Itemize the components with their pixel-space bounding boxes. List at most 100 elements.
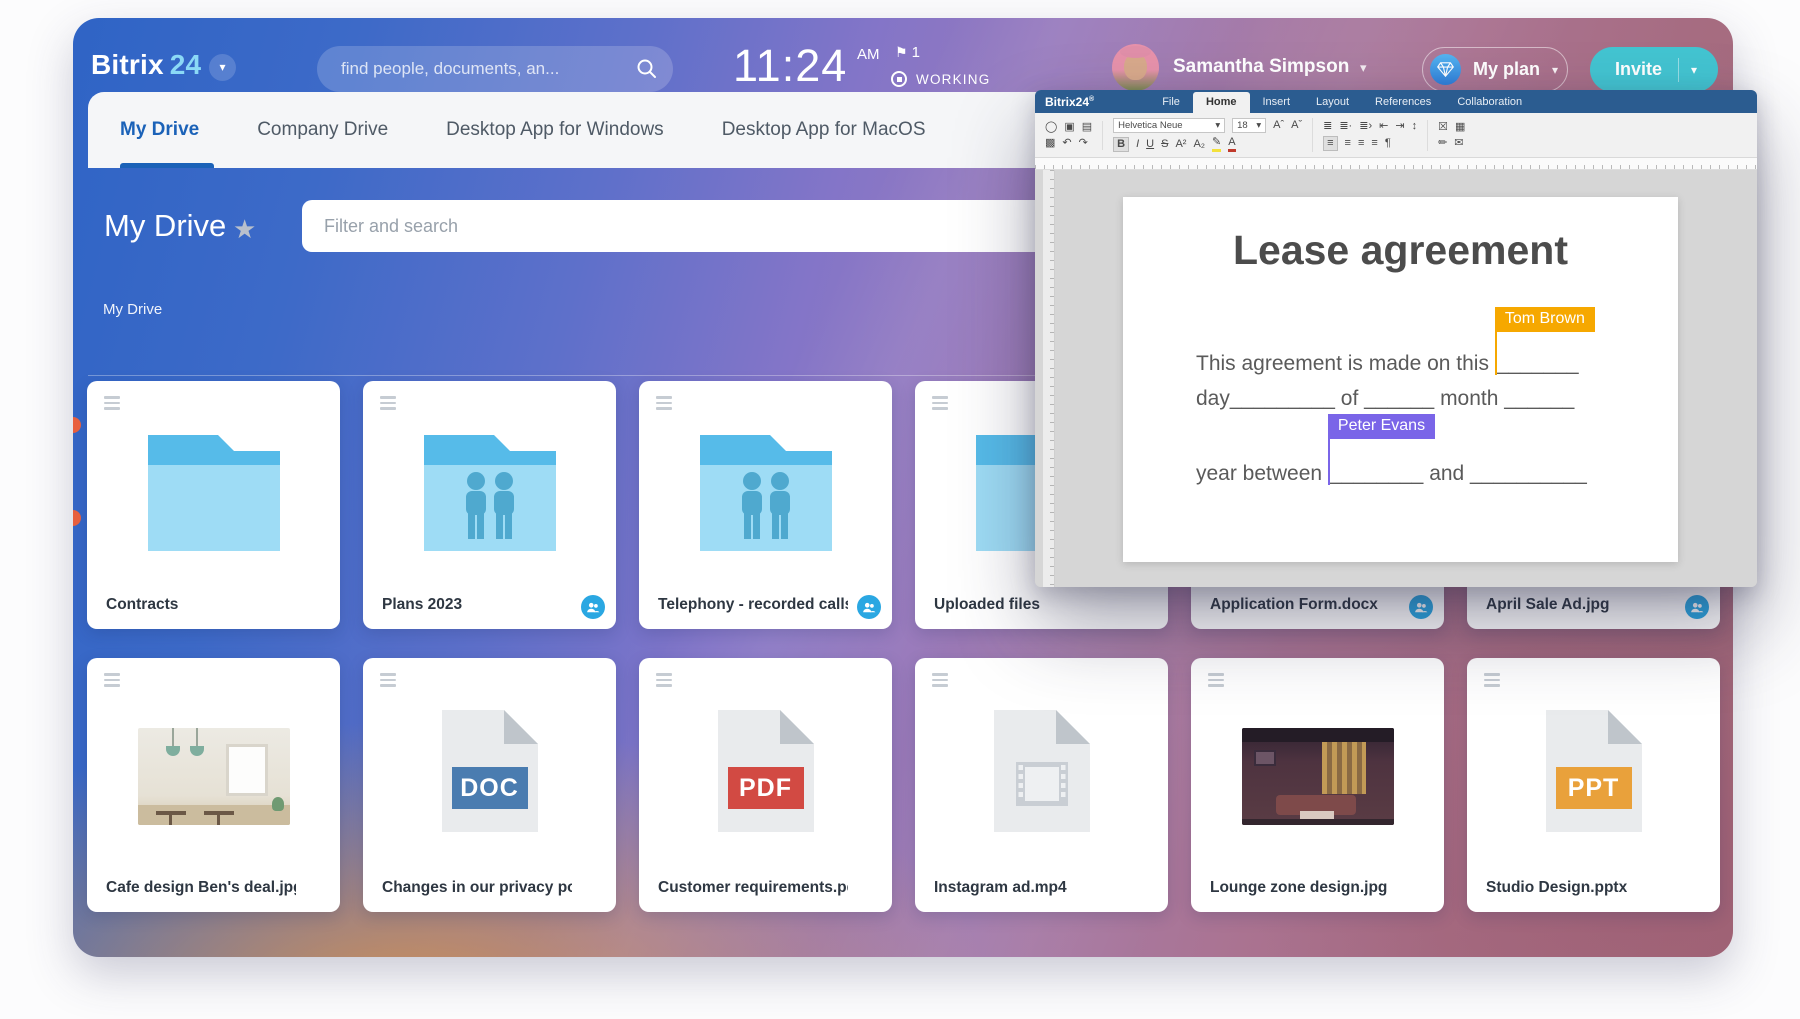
card-plans-2023[interactable]: Plans 2023 — [363, 381, 616, 629]
search-input[interactable] — [317, 46, 673, 92]
card-menu-icon[interactable] — [380, 673, 396, 690]
bold-icon[interactable]: B — [1113, 137, 1129, 152]
global-search — [317, 46, 673, 92]
grow-font-icon[interactable]: Aˆ — [1273, 119, 1284, 132]
card-customer-requirements[interactable]: PDF Customer requirements.pdf — [639, 658, 892, 912]
flag-counter[interactable]: ⚑1 — [895, 44, 920, 61]
card-menu-icon[interactable] — [656, 673, 672, 690]
card-label: Lounge zone design.jpg — [1210, 879, 1387, 897]
page-title: My Drive — [104, 208, 226, 244]
card-menu-icon[interactable] — [1484, 673, 1500, 690]
avatar[interactable] — [1112, 44, 1159, 91]
photo-thumbnail — [138, 728, 290, 825]
print-icon[interactable]: ◯ — [1045, 121, 1057, 134]
editor-menubar: File Home Insert Layout References Colla… — [1149, 90, 1535, 113]
shared-badge-icon — [581, 595, 605, 619]
tab-my-drive[interactable]: My Drive — [120, 119, 199, 141]
shared-folder-icon — [700, 433, 832, 556]
line-spacing-icon[interactable]: ↕ — [1412, 120, 1418, 133]
card-lounge-zone[interactable]: Lounge zone design.jpg — [1191, 658, 1444, 912]
font-family-select[interactable]: Helvetica Neue▾ — [1113, 118, 1225, 133]
justify-icon[interactable]: ≡ — [1371, 137, 1377, 150]
copy-icon[interactable]: ▣ — [1064, 121, 1074, 134]
underline-icon[interactable]: U — [1146, 138, 1154, 151]
bullet-list-icon[interactable]: ≣ — [1323, 120, 1332, 133]
menu-layout[interactable]: Layout — [1303, 92, 1362, 113]
insert-image-icon[interactable]: ▦ — [1455, 121, 1465, 134]
document-page[interactable]: Lease agreement This agreement is made o… — [1123, 197, 1678, 562]
mail-icon[interactable]: ✉ — [1454, 137, 1463, 150]
card-menu-icon[interactable] — [104, 673, 120, 690]
redo-icon[interactable]: ↷ — [1079, 137, 1088, 150]
card-menu-icon[interactable] — [380, 396, 396, 413]
video-file-icon — [994, 710, 1090, 832]
favorite-star-icon[interactable]: ★ — [233, 214, 256, 245]
card-cafe-design[interactable]: Cafe design Ben's deal.jpg — [87, 658, 340, 912]
horizontal-ruler[interactable] — [1035, 158, 1757, 170]
tab-desktop-app-windows[interactable]: Desktop App for Windows — [446, 119, 664, 141]
card-menu-icon[interactable] — [104, 396, 120, 413]
clock[interactable]: 11:24 — [733, 40, 847, 92]
page: Bitrix24 ▾ 11:24 AM ⚑1 WORKING Samantha … — [0, 0, 1800, 1019]
paste-icon[interactable]: ▤ — [1082, 121, 1092, 134]
breadcrumb[interactable]: My Drive — [103, 301, 162, 318]
clear-format-icon[interactable]: ☒ — [1438, 121, 1448, 134]
vertical-ruler[interactable] — [1043, 170, 1055, 587]
work-status[interactable]: WORKING — [891, 71, 990, 87]
highlight-icon[interactable]: ✎ — [1212, 136, 1221, 152]
card-instagram-ad[interactable]: Instagram ad.mp4 — [915, 658, 1168, 912]
decrease-indent-icon[interactable]: ⇤ — [1379, 120, 1388, 133]
menu-collaboration[interactable]: Collaboration — [1444, 92, 1535, 113]
user-name[interactable]: Samantha Simpson — [1173, 56, 1349, 78]
tab-company-drive[interactable]: Company Drive — [257, 119, 388, 141]
card-menu-icon[interactable] — [1208, 673, 1224, 690]
format-painter-icon[interactable]: ✏ — [1438, 137, 1447, 150]
invite-button[interactable]: Invite ▾ — [1590, 47, 1718, 92]
card-privacy-policy[interactable]: DOC Changes in our privacy poli... — [363, 658, 616, 912]
undo-icon[interactable]: ↶ — [1062, 137, 1071, 150]
card-menu-icon[interactable] — [932, 673, 948, 690]
chevron-down-icon: ▾ — [1215, 120, 1220, 131]
align-left-icon[interactable]: ≡ — [1323, 136, 1337, 151]
chevron-down-icon[interactable]: ▾ — [1360, 60, 1367, 76]
shared-badge-icon — [1685, 595, 1709, 619]
menu-insert[interactable]: Insert — [1250, 92, 1304, 113]
card-contracts[interactable]: Contracts — [87, 381, 340, 629]
document-title: Lease agreement — [1123, 227, 1678, 274]
chevron-down-icon[interactable]: ▾ — [1691, 63, 1697, 77]
gem-icon — [1430, 54, 1461, 85]
numbered-list-icon[interactable]: ≣· — [1339, 120, 1352, 133]
font-size-select[interactable]: 18▾ — [1232, 118, 1266, 133]
menu-references[interactable]: References — [1362, 92, 1444, 113]
strikethrough-icon[interactable]: S — [1161, 138, 1168, 151]
collab-cursor-peter: Peter Evans — [1328, 459, 1330, 485]
search-icon[interactable] — [636, 58, 657, 84]
my-plan-button[interactable]: My plan ▾ — [1422, 47, 1568, 92]
align-center-icon[interactable]: ≡ — [1345, 137, 1351, 150]
card-label: Studio Design.pptx — [1486, 879, 1627, 897]
subscript-icon[interactable]: A₂ — [1193, 138, 1205, 151]
shrink-font-icon[interactable]: Aˇ — [1291, 119, 1302, 132]
stop-record-icon — [891, 71, 907, 87]
menu-home[interactable]: Home — [1193, 92, 1250, 113]
bitrix-logo[interactable]: Bitrix24 — [91, 49, 201, 81]
card-menu-icon[interactable] — [932, 396, 948, 413]
italic-icon[interactable]: I — [1136, 138, 1139, 151]
increase-indent-icon[interactable]: ⇥ — [1395, 120, 1404, 133]
align-right-icon[interactable]: ≡ — [1358, 137, 1364, 150]
document-line-1: This agreement is made on this Tom Brown… — [1196, 349, 1579, 376]
document-line-2: day_________ of ______ month ______ — [1196, 387, 1574, 411]
editor-canvas: Lease agreement This agreement is made o… — [1035, 170, 1757, 587]
superscript-icon[interactable]: A² — [1175, 138, 1186, 151]
font-color-icon[interactable]: A — [1228, 136, 1235, 152]
card-telephony[interactable]: Telephony - recorded calls — [639, 381, 892, 629]
clipboard-icon[interactable]: ▩ — [1045, 137, 1055, 150]
multilevel-list-icon[interactable]: ≣› — [1359, 120, 1372, 133]
chevron-down-icon[interactable]: ▾ — [209, 54, 236, 81]
chevron-down-icon: ▾ — [1256, 120, 1261, 131]
card-menu-icon[interactable] — [656, 396, 672, 413]
tab-desktop-app-macos[interactable]: Desktop App for MacOS — [722, 119, 926, 141]
card-studio-design[interactable]: PPT Studio Design.pptx — [1467, 658, 1720, 912]
paragraph-mark-icon[interactable]: ¶ — [1385, 137, 1391, 150]
menu-file[interactable]: File — [1149, 92, 1193, 113]
